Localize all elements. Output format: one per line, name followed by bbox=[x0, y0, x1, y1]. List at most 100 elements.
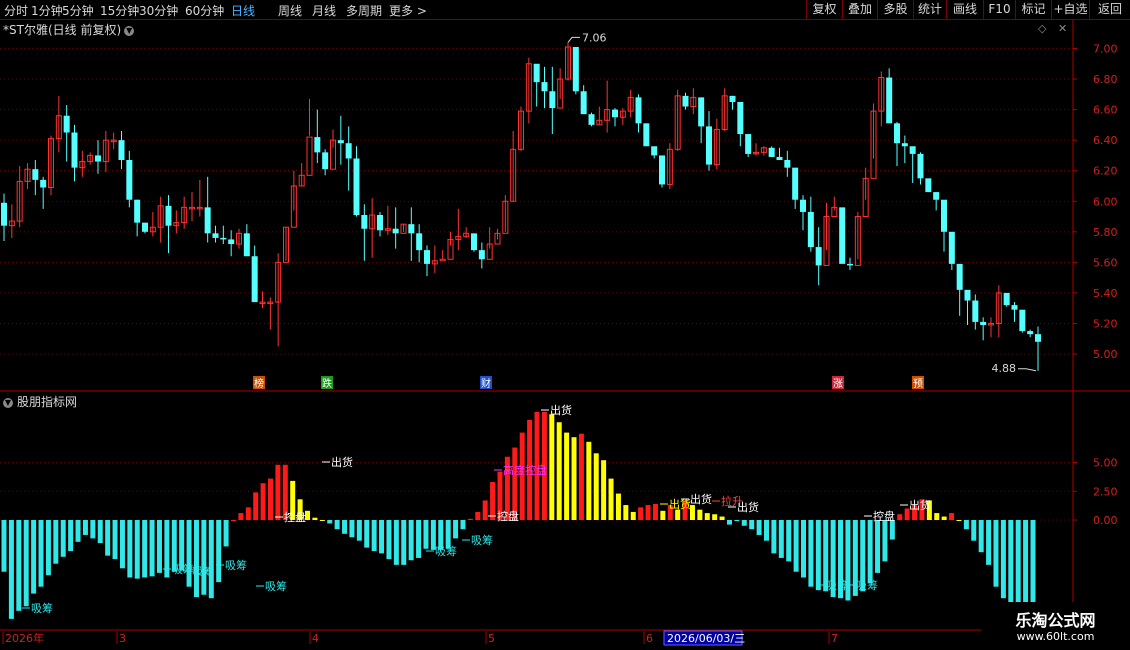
indicator-bar bbox=[786, 520, 792, 562]
toolbar-button-4[interactable]: 画线 bbox=[946, 0, 983, 19]
candle-body bbox=[792, 167, 799, 200]
indicator-bar bbox=[327, 520, 333, 524]
candle-body bbox=[243, 233, 250, 257]
period-tab-4[interactable]: 30分钟 bbox=[139, 2, 178, 19]
date-label: 2026年 bbox=[5, 631, 44, 645]
indicator-bar bbox=[564, 432, 570, 520]
candle-body bbox=[901, 143, 908, 147]
indicator-title[interactable]: ▼ 股朋指标网 bbox=[3, 393, 77, 410]
candle-body bbox=[612, 109, 618, 118]
indicator-bar bbox=[608, 478, 614, 520]
indicator-bar bbox=[201, 520, 207, 595]
period-tab-3[interactable]: 15分钟 bbox=[100, 2, 139, 19]
indicator-title-text: 股朋指标网 bbox=[17, 395, 78, 409]
chevron-down-icon[interactable]: ▼ bbox=[124, 25, 135, 36]
signal-label: 出货 bbox=[737, 500, 759, 514]
indicator-bar bbox=[97, 520, 103, 543]
candle-body bbox=[353, 158, 360, 215]
candle-body bbox=[424, 250, 430, 264]
price-tick-label: 5.40 bbox=[1093, 287, 1118, 300]
candle-body bbox=[1027, 331, 1034, 335]
candle-body bbox=[345, 143, 352, 159]
indicator-bar bbox=[771, 520, 777, 554]
indicator-bar bbox=[941, 516, 947, 520]
indicator-bar bbox=[253, 492, 259, 520]
chevron-down-icon[interactable]: ▼ bbox=[3, 397, 13, 408]
indicator-bar bbox=[882, 520, 888, 562]
toolbar-button-8[interactable]: 返回 bbox=[1089, 0, 1130, 19]
indicator-bar bbox=[660, 510, 666, 520]
signal-label: 出货 bbox=[909, 498, 931, 512]
candle-body bbox=[471, 233, 477, 251]
signal-label: 出货 bbox=[690, 492, 712, 506]
indicator-bar bbox=[630, 511, 636, 520]
indicator-bar bbox=[60, 520, 66, 557]
event-marker-label: 涨 bbox=[833, 378, 843, 390]
indicator-bar bbox=[556, 422, 562, 520]
signal-label: 出货 bbox=[550, 403, 572, 417]
indicator-bar bbox=[971, 520, 977, 541]
toolbar-button-5[interactable]: F10 bbox=[983, 0, 1015, 19]
indicator-bar bbox=[423, 520, 429, 549]
stock-title[interactable]: *ST尔雅(日线 前复权) ▼ bbox=[3, 21, 135, 38]
diamond-icon[interactable]: ◇ bbox=[1038, 22, 1046, 35]
date-label: 6 bbox=[646, 632, 653, 645]
indicator-bar bbox=[142, 520, 148, 578]
indicator-bar bbox=[386, 520, 392, 560]
low-label: 4.88 bbox=[992, 362, 1017, 375]
period-tab-10[interactable]: 更多 > bbox=[389, 2, 427, 19]
close-icon[interactable]: ✕ bbox=[1058, 22, 1067, 35]
toolbar-button-3[interactable]: 统计 bbox=[913, 0, 946, 19]
indicator-bar bbox=[238, 513, 244, 520]
candle-body bbox=[839, 207, 846, 264]
signal-label: 吸筹 bbox=[265, 579, 287, 593]
indicator-bar bbox=[801, 520, 807, 578]
period-tab-6[interactable]: 日线 bbox=[231, 2, 255, 19]
period-tab-1[interactable]: 1分钟 bbox=[31, 2, 63, 19]
price-tick-label: 6.00 bbox=[1093, 195, 1118, 208]
indicator-bar bbox=[726, 520, 732, 525]
toolbar-button-1[interactable]: 叠加 bbox=[842, 0, 877, 19]
period-tab-5[interactable]: 60分钟 bbox=[185, 2, 224, 19]
period-tab-0[interactable]: 分时 bbox=[4, 2, 28, 19]
candle-body bbox=[917, 153, 924, 179]
indicator-bar bbox=[23, 520, 29, 607]
candle-body bbox=[1035, 334, 1041, 342]
indicator-bar bbox=[223, 520, 229, 547]
indicator-bar bbox=[342, 520, 348, 534]
indicator-bar bbox=[734, 520, 740, 522]
candle-body bbox=[439, 258, 446, 262]
candle-body bbox=[815, 247, 822, 266]
indicator-bar bbox=[793, 520, 799, 572]
period-tab-7[interactable]: 周线 bbox=[278, 2, 302, 19]
indicator-tick-label: 2.50 bbox=[1093, 485, 1118, 498]
event-marker-label: 跌 bbox=[322, 377, 332, 390]
candle-body bbox=[1003, 292, 1010, 306]
indicator-bar bbox=[119, 520, 125, 569]
toolbar-button-7[interactable]: +自选 bbox=[1051, 0, 1089, 19]
candle-body bbox=[745, 134, 752, 154]
toolbar-button-6[interactable]: 标记 bbox=[1015, 0, 1051, 19]
toolbar-button-0[interactable]: 复权 bbox=[806, 0, 842, 19]
candle-body bbox=[635, 97, 642, 124]
indicator-bar bbox=[719, 516, 725, 520]
toolbar-button-2[interactable]: 多股 bbox=[877, 0, 913, 19]
candle-body bbox=[980, 321, 987, 325]
indicator-bar bbox=[875, 520, 881, 573]
signal-label: 出货 bbox=[331, 455, 353, 469]
indicator-bar bbox=[815, 520, 821, 591]
indicator-bar bbox=[712, 514, 718, 520]
period-tab-9[interactable]: 多周期 bbox=[346, 2, 382, 19]
indicator-bar bbox=[319, 520, 325, 521]
indicator-bar bbox=[68, 520, 74, 552]
period-tab-2[interactable]: 5分钟 bbox=[62, 2, 94, 19]
indicator-bar bbox=[963, 520, 969, 530]
indicator-bar bbox=[186, 520, 192, 587]
indicator-bar bbox=[808, 520, 814, 587]
chart-canvas[interactable]: 7.00 6.80 6.60 6.40 6.20 6.00 5.80 5.60 5.40 5.20… bbox=[0, 0, 1130, 650]
indicator-bar bbox=[245, 507, 251, 520]
candle-body bbox=[212, 233, 219, 238]
indicator-bar bbox=[586, 441, 592, 520]
period-tab-8[interactable]: 月线 bbox=[312, 2, 336, 19]
candle-body bbox=[651, 146, 658, 156]
